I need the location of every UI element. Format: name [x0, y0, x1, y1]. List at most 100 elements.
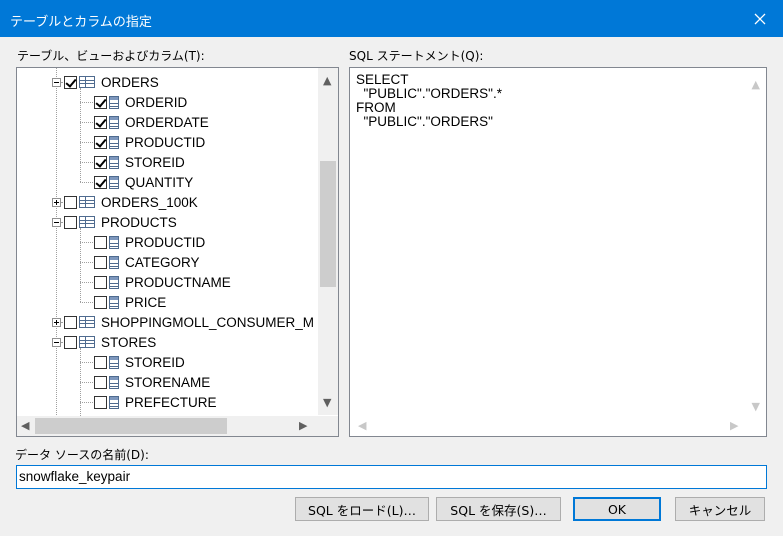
window-title: テーブルとカラムの指定	[10, 15, 152, 30]
tree-column-node[interactable]: STORENAME	[94, 372, 210, 392]
tree-node-label: ORDERID	[125, 94, 188, 110]
tree-connector	[80, 262, 93, 263]
tree-column-node[interactable]: PRODUCTNAME	[94, 272, 231, 292]
column-icon	[109, 255, 119, 269]
column-icon	[109, 95, 119, 109]
datasource-name-input[interactable]: snowflake_keypair	[16, 465, 767, 489]
column-icon	[109, 235, 119, 249]
tree-horizontal-scrollbar[interactable]: ◀ ▶	[17, 416, 318, 436]
close-icon	[754, 13, 766, 24]
scroll-right-icon[interactable]: ▶	[299, 420, 307, 431]
scroll-thumb[interactable]	[320, 161, 336, 287]
checkbox[interactable]	[64, 75, 77, 89]
tree-table-node[interactable]: ORDERS	[52, 72, 159, 92]
collapse-icon[interactable]	[52, 337, 61, 347]
tree-node-label: STORES	[101, 334, 157, 350]
tree-column-node[interactable]: QUANTITY	[94, 172, 193, 192]
scroll-left-icon[interactable]: ◀	[21, 420, 29, 431]
tree-column-node[interactable]: PRICE	[94, 292, 166, 312]
collapse-icon[interactable]	[52, 217, 61, 227]
tree-connector	[80, 102, 93, 103]
checkbox[interactable]	[64, 215, 77, 229]
collapse-icon[interactable]	[52, 77, 61, 87]
checkbox[interactable]	[64, 195, 77, 209]
checkbox[interactable]	[94, 235, 107, 249]
column-icon	[109, 395, 119, 409]
checkbox[interactable]	[94, 275, 107, 289]
tree-column-node[interactable]: STOREID	[94, 352, 185, 372]
checkbox[interactable]	[94, 355, 107, 369]
column-icon	[109, 375, 119, 389]
tree-table-node[interactable]: ORDERS_100K	[52, 192, 198, 212]
checkbox[interactable]	[64, 315, 77, 329]
table-icon	[79, 216, 95, 228]
tree-table-node[interactable]: STORES	[52, 332, 156, 352]
sql-scroll-left-icon: ◀	[358, 419, 367, 432]
sql-statement-editor[interactable]: SELECT "PUBLIC"."ORDERS".* FROM "PUBLIC"…	[349, 67, 767, 437]
title-bar: テーブルとカラムの指定	[0, 0, 783, 37]
checkbox[interactable]	[94, 115, 107, 129]
scroll-thumb-horizontal[interactable]	[35, 418, 227, 434]
save-sql-button[interactable]: SQL を保存(S)…	[436, 497, 561, 521]
close-button[interactable]	[737, 0, 783, 37]
sql-scroll-up-icon: ▲	[751, 78, 760, 91]
tree-column-node[interactable]: CATEGORY	[94, 252, 200, 272]
sql-scroll-down-icon: ▼	[751, 400, 760, 413]
tree-column-node[interactable]: PRODUCTID	[94, 132, 205, 152]
ok-button[interactable]: OK	[573, 497, 661, 521]
tree-connector	[56, 68, 57, 415]
table-icon	[79, 316, 95, 328]
tree-column-node[interactable]: PRODUCTID	[94, 232, 205, 252]
datasource-label: データ ソースの名前(D):	[15, 448, 149, 462]
checkbox[interactable]	[94, 95, 107, 109]
column-icon	[109, 175, 119, 189]
tree-node-label: STOREID	[125, 354, 185, 370]
tree-column-node[interactable]: ORDERID	[94, 92, 187, 112]
column-icon	[109, 275, 119, 289]
scroll-down-icon[interactable]: ▼	[323, 397, 331, 408]
tree-connector	[80, 348, 81, 422]
checkbox[interactable]	[94, 375, 107, 389]
tree-node-label: ORDERS_100K	[101, 194, 198, 210]
load-sql-button[interactable]: SQL をロード(L)…	[295, 497, 429, 521]
tree-column-node[interactable]: ORDERDATE	[94, 112, 209, 132]
table-icon	[79, 336, 95, 348]
tree-column-node[interactable]: STOREID	[94, 152, 185, 172]
sql-text[interactable]: SELECT "PUBLIC"."ORDERS".* FROM "PUBLIC"…	[356, 73, 502, 129]
checkbox[interactable]	[94, 255, 107, 269]
tree-connector	[80, 302, 93, 303]
scroll-up-icon[interactable]: ▲	[323, 75, 331, 86]
tree-column-node[interactable]: PREFECTURE	[94, 392, 217, 412]
column-icon	[109, 135, 119, 149]
tree-connector	[80, 362, 93, 363]
tree-node-label: ORDERDATE	[125, 114, 209, 130]
scroll-corner	[318, 416, 338, 436]
tree-connector	[80, 182, 93, 183]
tree-connector	[80, 162, 93, 163]
tree-label: テーブル、ビューおよびカラム(T):	[17, 49, 205, 63]
checkbox[interactable]	[94, 395, 107, 409]
checkbox[interactable]	[94, 135, 107, 149]
column-icon	[109, 155, 119, 169]
tree-node-label: PRODUCTID	[125, 234, 206, 250]
expand-icon[interactable]	[52, 197, 61, 207]
table-column-tree[interactable]: ORDERS ORDERID ORDERDATE PRODUCTID STOREID QU…	[16, 67, 339, 437]
tree-node-label: PRODUCTID	[125, 134, 206, 150]
tree-connector	[80, 382, 93, 383]
tree-table-node[interactable]: SHOPPINGMOLL_CONSUMER_M	[52, 312, 314, 332]
checkbox[interactable]	[94, 175, 107, 189]
checkbox[interactable]	[94, 155, 107, 169]
tree-connector	[80, 402, 93, 403]
tree-node-label: PRODUCTNAME	[125, 274, 231, 290]
tree-connector	[80, 122, 93, 123]
tree-table-node[interactable]: PRODUCTS	[52, 212, 177, 232]
checkbox[interactable]	[64, 335, 77, 349]
table-icon	[79, 196, 95, 208]
tree-connector	[80, 228, 81, 302]
tree-vertical-scrollbar[interactable]: ▲ ▼	[318, 68, 338, 415]
expand-icon[interactable]	[52, 317, 61, 327]
cancel-button[interactable]: キャンセル	[675, 497, 765, 521]
tree-node-label: PRICE	[125, 294, 167, 310]
checkbox[interactable]	[94, 295, 107, 309]
tree-node-label: ORDERS	[101, 74, 159, 90]
